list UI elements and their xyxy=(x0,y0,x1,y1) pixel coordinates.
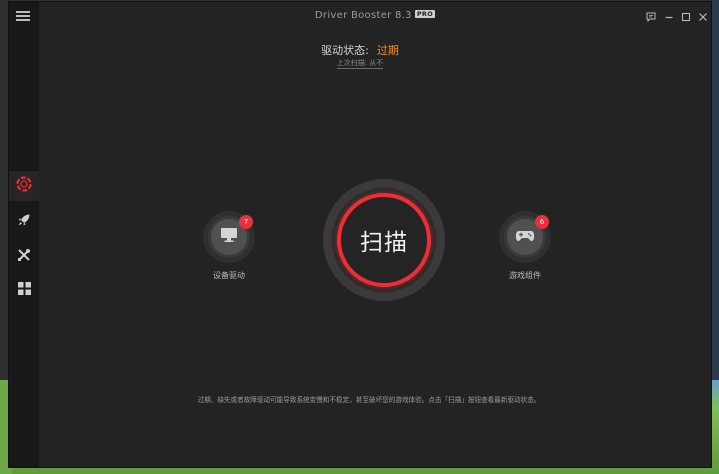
app-window: Driver Booster 8.3PRO 驱动状态: 过期 上次扫描: 从不 xyxy=(8,1,712,468)
desktop-background xyxy=(712,0,719,380)
driver-status-value: 过期 xyxy=(376,44,399,57)
game-components-count-badge: 6 xyxy=(535,215,549,229)
close-icon xyxy=(698,7,708,26)
maximize-icon xyxy=(681,7,691,26)
sidebar-item-apps[interactable] xyxy=(9,274,39,304)
maximize-button[interactable] xyxy=(679,9,693,23)
monitor-icon xyxy=(220,227,238,247)
last-scan: 上次扫描: 从不 xyxy=(9,58,711,69)
sidebar-item-scan[interactable] xyxy=(9,171,39,201)
close-button[interactable] xyxy=(696,9,710,23)
game-components-label: 游戏组件 xyxy=(509,271,541,280)
gamepad-icon xyxy=(515,228,535,247)
hamburger-menu-icon[interactable] xyxy=(16,11,30,21)
minimize-button[interactable] xyxy=(662,9,676,23)
scan-button-ring: 扫描 xyxy=(323,179,445,301)
rocket-icon xyxy=(17,212,31,231)
scan-button[interactable]: 扫描 xyxy=(337,193,431,287)
driver-status-label: 驱动状态: xyxy=(321,44,369,57)
lifebuoy-icon xyxy=(15,175,33,197)
last-scan-text: 上次扫描: 从不 xyxy=(336,59,384,69)
sidebar-item-boost[interactable] xyxy=(9,206,39,236)
device-drivers-button[interactable]: 7 xyxy=(203,211,255,263)
app-name: Driver Booster 8.3 xyxy=(314,10,412,21)
minimize-icon xyxy=(664,7,674,26)
feedback-button[interactable] xyxy=(644,9,658,23)
grid-icon xyxy=(17,280,31,299)
device-drivers-label: 设备驱动 xyxy=(213,271,245,280)
message-icon xyxy=(646,7,656,26)
title-bar: Driver Booster 8.3 PRO xyxy=(39,2,711,30)
device-drivers-count-badge: 7 xyxy=(239,215,253,229)
pro-badge: PRO xyxy=(414,10,436,18)
driver-status: 驱动状态: 过期 xyxy=(9,42,711,58)
tools-icon xyxy=(17,247,31,266)
window-title: Driver Booster 8.3 PRO xyxy=(39,10,711,21)
scan-button-ring-inner: 扫描 xyxy=(332,188,436,292)
game-components-button[interactable]: 6 xyxy=(499,211,551,263)
footer-note: 过期、缺失或者故障驱动可能导致系统变慢和不稳定，甚至破坏您的游戏体验。点击「扫描… xyxy=(197,396,541,404)
sidebar xyxy=(9,2,39,467)
sidebar-item-tools[interactable] xyxy=(9,241,39,271)
